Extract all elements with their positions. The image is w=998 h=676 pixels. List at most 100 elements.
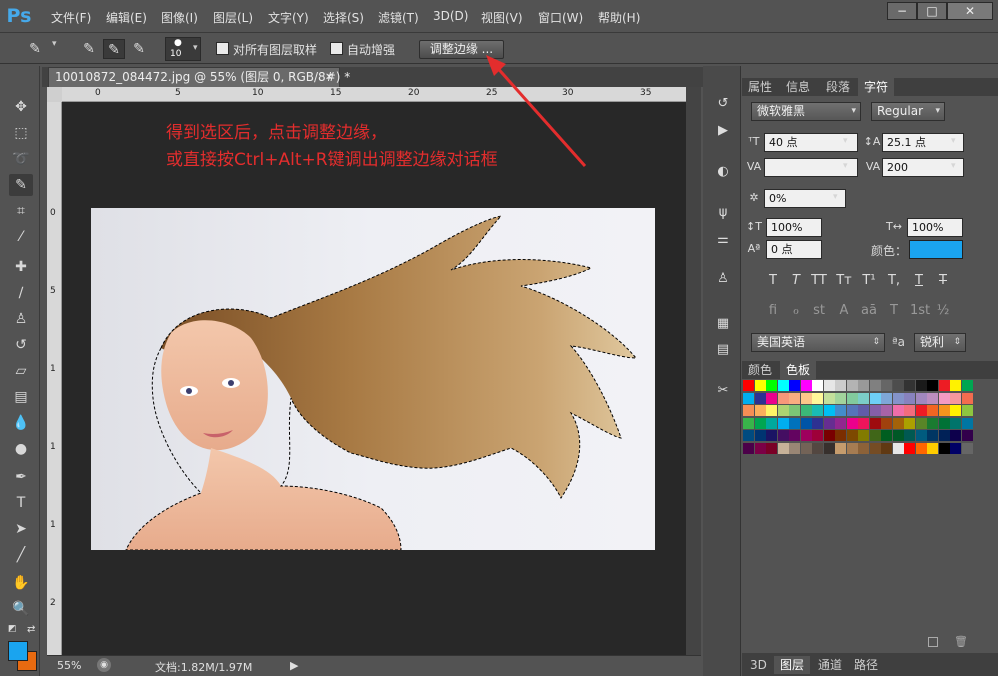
color-swatch[interactable] <box>800 442 812 454</box>
color-swatch[interactable] <box>915 405 927 416</box>
color-swatch[interactable] <box>927 442 938 454</box>
menu-file[interactable]: 文件(F) <box>51 9 91 26</box>
ordinals-button[interactable]: 1st <box>910 303 930 318</box>
dodge-tool-icon[interactable]: ● <box>9 438 33 460</box>
menu-edit[interactable]: 编辑(E) <box>106 9 147 26</box>
color-swatch[interactable] <box>915 380 927 391</box>
color-swatch[interactable] <box>892 417 904 429</box>
chevron-down-icon[interactable]: ▾ <box>951 161 956 171</box>
swap-colors-icon[interactable]: ⇄ <box>27 624 35 635</box>
new-swatch-icon[interactable] <box>928 637 938 647</box>
color-swatch[interactable] <box>904 430 915 441</box>
color-swatch[interactable] <box>823 442 835 454</box>
color-swatch[interactable] <box>892 442 904 454</box>
menu-filter[interactable]: 滤镜(T) <box>378 9 419 26</box>
zoom-level[interactable]: 55% <box>57 659 81 672</box>
color-swatch[interactable] <box>927 417 938 429</box>
color-swatch[interactable] <box>754 380 766 391</box>
new-selection-brush-icon[interactable]: ✎ <box>78 39 100 59</box>
brush-tool-icon[interactable]: ∕ <box>9 282 33 304</box>
color-swatch[interactable] <box>812 430 823 441</box>
color-swatch[interactable] <box>846 442 858 454</box>
color-swatch[interactable] <box>858 442 869 454</box>
chevron-down-icon[interactable]: ▾ <box>951 136 956 146</box>
language-select[interactable]: 美国英语 ⇕ <box>751 333 885 352</box>
color-swatch[interactable] <box>904 442 915 454</box>
tab-paths[interactable]: 路径 <box>848 656 884 674</box>
color-swatch[interactable] <box>961 417 973 429</box>
color-swatch[interactable] <box>800 417 812 429</box>
color-swatch[interactable] <box>892 380 904 391</box>
document-tab[interactable]: 10010872_084472.jpg @ 55% (图层 0, RGB/8#)… <box>48 67 350 87</box>
type-tool-icon[interactable]: T <box>9 492 33 514</box>
color-swatch[interactable] <box>915 417 927 429</box>
color-swatch[interactable] <box>961 430 973 441</box>
color-swatch[interactable] <box>892 430 904 441</box>
color-swatch[interactable] <box>789 405 800 416</box>
color-swatch[interactable] <box>766 405 777 416</box>
color-swatch[interactable] <box>927 380 938 391</box>
color-swatch[interactable] <box>846 392 858 404</box>
info-icon[interactable]: ◉ <box>97 658 111 672</box>
color-swatch[interactable] <box>777 380 789 391</box>
marquee-tool-icon[interactable]: ⬚ <box>9 122 33 144</box>
color-swatch[interactable] <box>754 430 766 441</box>
color-swatch[interactable] <box>950 380 961 391</box>
color-swatch[interactable] <box>927 405 938 416</box>
restore-button[interactable]: □ <box>917 2 947 20</box>
color-swatch[interactable] <box>777 392 789 404</box>
color-swatch[interactable] <box>835 380 846 391</box>
color-swatch[interactable] <box>881 392 892 404</box>
color-swatch[interactable] <box>927 392 938 404</box>
brush-size-picker[interactable]: ● 10 ▾ <box>165 37 201 61</box>
color-swatch[interactable] <box>835 392 846 404</box>
font-family-select[interactable]: 微软雅黑 ▾ <box>751 102 861 121</box>
color-swatch[interactable] <box>927 430 938 441</box>
fractions-button[interactable]: ½ <box>934 303 952 318</box>
color-swatch[interactable] <box>800 405 812 416</box>
color-swatch[interactable] <box>812 405 823 416</box>
color-swatch[interactable] <box>961 380 973 391</box>
menu-image[interactable]: 图像(I) <box>161 9 198 26</box>
color-swatch[interactable] <box>950 405 961 416</box>
color-swatch[interactable] <box>823 430 835 441</box>
superscript-button[interactable]: T¹ <box>860 273 878 288</box>
color-swatch[interactable] <box>950 442 961 454</box>
move-tool-icon[interactable]: ✥ <box>9 96 33 118</box>
color-swatch[interactable] <box>858 430 869 441</box>
color-swatch[interactable] <box>754 405 766 416</box>
color-swatch[interactable] <box>858 405 869 416</box>
color-swatch[interactable] <box>743 430 754 441</box>
gradient-tool-icon[interactable]: ▤ <box>9 386 33 408</box>
color-swatch[interactable] <box>754 392 766 404</box>
color-swatch[interactable] <box>800 380 812 391</box>
small-caps-button[interactable]: Tт <box>835 273 853 288</box>
actions-panel-icon[interactable]: ▶ <box>713 121 733 141</box>
line-tool-icon[interactable]: ╱ <box>9 544 33 566</box>
antialias-select[interactable]: 锐利 ⇕ <box>914 333 966 352</box>
color-swatch[interactable] <box>950 430 961 441</box>
lasso-tool-icon[interactable]: ➰ <box>9 148 33 170</box>
color-swatch[interactable] <box>858 392 869 404</box>
color-swatch[interactable] <box>881 405 892 416</box>
color-swatch[interactable] <box>881 380 892 391</box>
color-swatch[interactable] <box>881 417 892 429</box>
color-swatch[interactable] <box>915 442 927 454</box>
strikethrough-button[interactable]: T <box>934 273 952 288</box>
swash-button[interactable]: A <box>835 303 853 318</box>
color-swatch[interactable] <box>789 417 800 429</box>
close-window-button[interactable]: ✕ <box>947 2 993 20</box>
color-swatch[interactable] <box>823 405 835 416</box>
color-swatch[interactable] <box>846 380 858 391</box>
chevron-down-icon[interactable]: ▾ <box>833 192 838 202</box>
color-swatch[interactable] <box>835 442 846 454</box>
color-swatch[interactable] <box>743 392 754 404</box>
color-swatch[interactable] <box>823 417 835 429</box>
color-swatch[interactable] <box>846 405 858 416</box>
color-swatch[interactable] <box>892 405 904 416</box>
vertical-scrollbar[interactable] <box>686 87 701 655</box>
trash-icon[interactable]: 🗑 <box>954 635 968 648</box>
color-swatch[interactable] <box>881 442 892 454</box>
menu-3d[interactable]: 3D(D) <box>433 9 468 23</box>
color-swatch[interactable] <box>743 405 754 416</box>
